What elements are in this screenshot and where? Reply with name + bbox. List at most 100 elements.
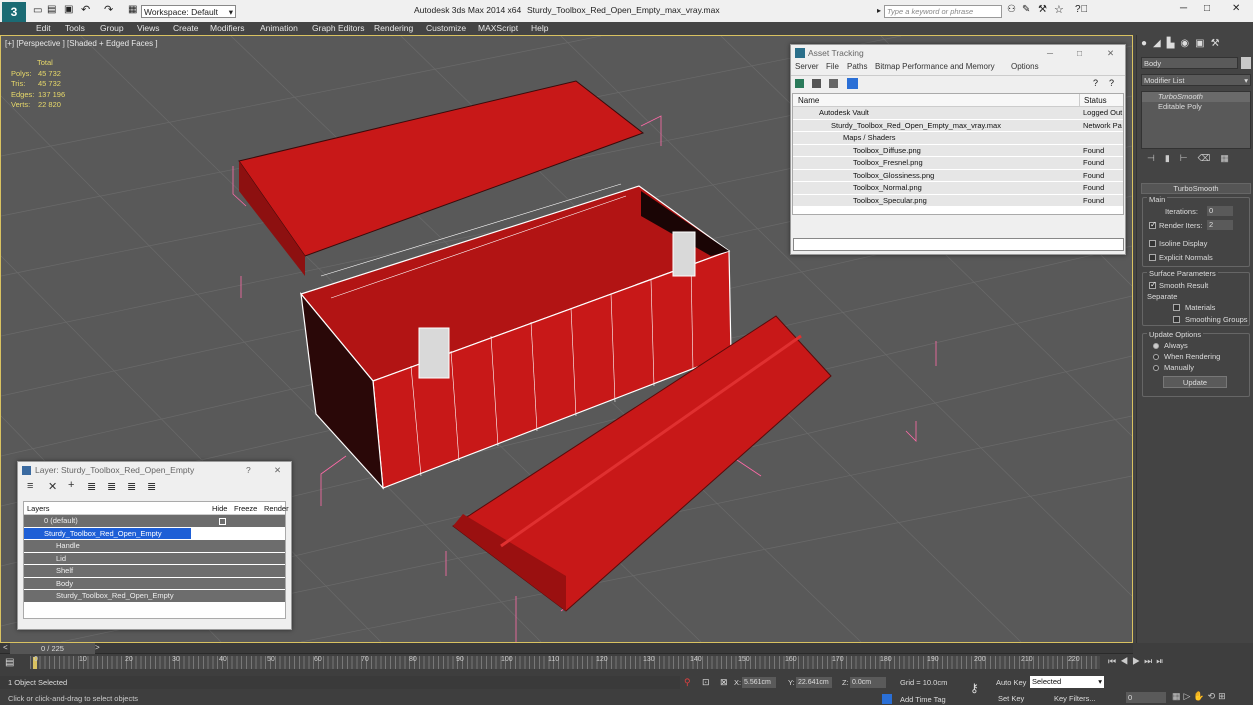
menu-tools[interactable]: Tools [65, 23, 85, 33]
table-row[interactable]: Toolbox_Normal.png Found [793, 182, 1123, 195]
search-input[interactable]: Type a keyword or phrase [884, 5, 1002, 18]
playback-controls[interactable]: ⏮◀▶⏭⏯ [1108, 656, 1248, 669]
menu-views[interactable]: Views [137, 23, 160, 33]
key-filters-button[interactable]: Key Filters... [1054, 694, 1096, 703]
minimize-icon[interactable]: ─ [1180, 3, 1187, 14]
menu-group[interactable]: Group [100, 23, 124, 33]
current-layer-checkbox[interactable] [219, 518, 226, 525]
manually-radio[interactable] [1153, 365, 1159, 371]
refresh-icon[interactable] [795, 79, 804, 88]
close-icon[interactable]: ✕ [1232, 3, 1240, 14]
key-icon[interactable]: ⚷ [970, 681, 979, 695]
navigation-controls[interactable]: ▦▷✋⟲⊞ [1172, 691, 1250, 704]
stack-item-editable-poly[interactable]: Editable Poly [1142, 102, 1250, 112]
lock-icon[interactable]: ⊡ [702, 677, 710, 688]
menu-server[interactable]: Server [795, 62, 819, 71]
render-iters-spinner[interactable]: 2 [1207, 220, 1233, 230]
binoculars-icon[interactable]: ⚇ [1007, 4, 1016, 15]
menu-graph-editors[interactable]: Graph Editors [312, 23, 364, 33]
add-time-tag[interactable]: Add Time Tag [900, 695, 946, 704]
smooth-result-checkbox[interactable] [1149, 280, 1157, 289]
app-logo[interactable]: 3 [2, 2, 26, 22]
pin-icon[interactable]: ⚲ [684, 677, 691, 688]
set-key-button[interactable]: Set Key [998, 694, 1024, 703]
new-layer-icon[interactable]: ≡ [27, 480, 33, 492]
command-panel-tabs[interactable]: ●◢▙◉▣⚒ [1141, 38, 1251, 52]
time-slider[interactable]: < 0 / 225 > [0, 643, 1133, 654]
help-icon[interactable]: ? [246, 462, 251, 479]
current-frame-field[interactable]: 0 [1126, 692, 1166, 703]
connect-icon[interactable]: ⚒ [1038, 4, 1047, 15]
help-icon[interactable]: ?⃝ [1075, 4, 1088, 15]
col-render[interactable]: Render [264, 502, 289, 515]
menu-help[interactable]: Help [531, 23, 548, 33]
star-icon[interactable]: ☆ [1054, 3, 1064, 16]
maximize-icon[interactable]: □ [1077, 45, 1082, 62]
redo-icon[interactable]: ↷ [104, 3, 113, 16]
table-row[interactable]: Maps / Shaders [793, 132, 1123, 145]
close-icon[interactable]: ✕ [274, 462, 281, 479]
save-icon[interactable]: ▣ [64, 4, 73, 15]
explicit-normals-checkbox[interactable] [1149, 254, 1156, 261]
col-name[interactable]: Name [798, 94, 819, 107]
mini-curve-editor-icon[interactable]: ▤ [5, 657, 14, 668]
frame-counter[interactable]: 0 / 225 [10, 643, 95, 654]
menu-paths[interactable]: Paths [847, 62, 867, 71]
new-file-icon[interactable]: ▭ [33, 5, 42, 16]
freeze-all-icon[interactable]: ≣ [147, 480, 156, 493]
select-objects-icon[interactable]: ≣ [87, 480, 96, 493]
workspace-dropdown[interactable]: Workspace: Default ▾ [141, 5, 236, 18]
col-hide[interactable]: Hide [212, 502, 227, 515]
update-button[interactable]: Update [1163, 376, 1227, 388]
layer-row[interactable]: 0 (default) [24, 515, 285, 528]
maximize-icon[interactable]: □ [1204, 3, 1210, 14]
materials-checkbox[interactable] [1173, 304, 1180, 311]
stack-toolbar[interactable]: ⊣▮⊢⌫▦ [1147, 153, 1251, 165]
layer-row[interactable]: Body [24, 577, 285, 590]
table-row[interactable]: Toolbox_Diffuse.png Found [793, 144, 1123, 157]
menu-file[interactable]: File [826, 62, 839, 71]
table-row[interactable]: Toolbox_Fresnel.png Found [793, 157, 1123, 170]
menu-bitmap-performance[interactable]: Bitmap Performance and Memory [875, 62, 995, 71]
col-freeze[interactable]: Freeze [234, 502, 257, 515]
smoothing-groups-checkbox[interactable] [1173, 316, 1180, 323]
table-view-icon[interactable] [829, 79, 838, 88]
layer-row[interactable]: Lid [24, 552, 285, 565]
delete-layer-icon[interactable]: ✕ [48, 480, 57, 493]
menu-animation[interactable]: Animation [260, 23, 298, 33]
open-file-icon[interactable]: ▤ [47, 4, 56, 15]
col-layers[interactable]: Layers [27, 502, 50, 515]
render-iters-checkbox[interactable] [1149, 220, 1157, 229]
isoline-checkbox[interactable] [1149, 240, 1156, 247]
layer-row[interactable]: Handle [24, 540, 285, 553]
menu-create[interactable]: Create [173, 23, 199, 33]
transform-mode-icon[interactable]: ⊠ [720, 677, 728, 688]
minimize-icon[interactable]: ─ [1047, 45, 1053, 62]
grid-view-icon[interactable] [847, 78, 858, 89]
tools-icon[interactable]: ✎ [1022, 4, 1030, 15]
modifier-list-dropdown[interactable]: Modifier List ▾ [1141, 74, 1251, 86]
stack-item-turbosmooth[interactable]: TurboSmooth [1142, 92, 1250, 102]
key-set-dropdown[interactable]: Selected ▾ [1030, 676, 1104, 688]
always-radio[interactable] [1153, 343, 1159, 349]
menu-customize[interactable]: Customize [426, 23, 466, 33]
track-bar[interactable] [30, 656, 1100, 669]
table-row[interactable]: Toolbox_Specular.png Found [793, 194, 1123, 207]
table-row[interactable]: Autodesk Vault Logged Out [793, 107, 1123, 120]
table-row[interactable]: Sturdy_Toolbox_Red_Open_Empty_max_vray.m… [793, 119, 1123, 132]
menu-rendering[interactable]: Rendering [374, 23, 413, 33]
add-to-layer-icon[interactable]: + [68, 479, 74, 491]
layer-row[interactable]: Sturdy_Toolbox_Red_Open_Empty [24, 590, 285, 603]
list-view-icon[interactable] [812, 79, 821, 88]
hide-all-icon[interactable]: ≣ [127, 480, 136, 493]
x-coordinate-field[interactable]: 5.561cm [742, 677, 776, 688]
viewport-label[interactable]: [+] [Perspective ] [Shaded + Edged Faces… [5, 39, 158, 48]
table-row[interactable]: Toolbox_Glossiness.png Found [793, 169, 1123, 182]
chevron-right-icon[interactable]: > [95, 643, 100, 652]
object-color-swatch[interactable] [1241, 57, 1251, 69]
time-tag-icon[interactable] [882, 694, 892, 704]
layer-row-selected[interactable]: Sturdy_Toolbox_Red_Open_Empty [24, 527, 191, 540]
turbosmooth-rollout[interactable]: TurboSmooth [1141, 183, 1251, 194]
y-coordinate-field[interactable]: 22.641cm [796, 677, 832, 688]
menu-modifiers[interactable]: Modifiers [210, 23, 244, 33]
